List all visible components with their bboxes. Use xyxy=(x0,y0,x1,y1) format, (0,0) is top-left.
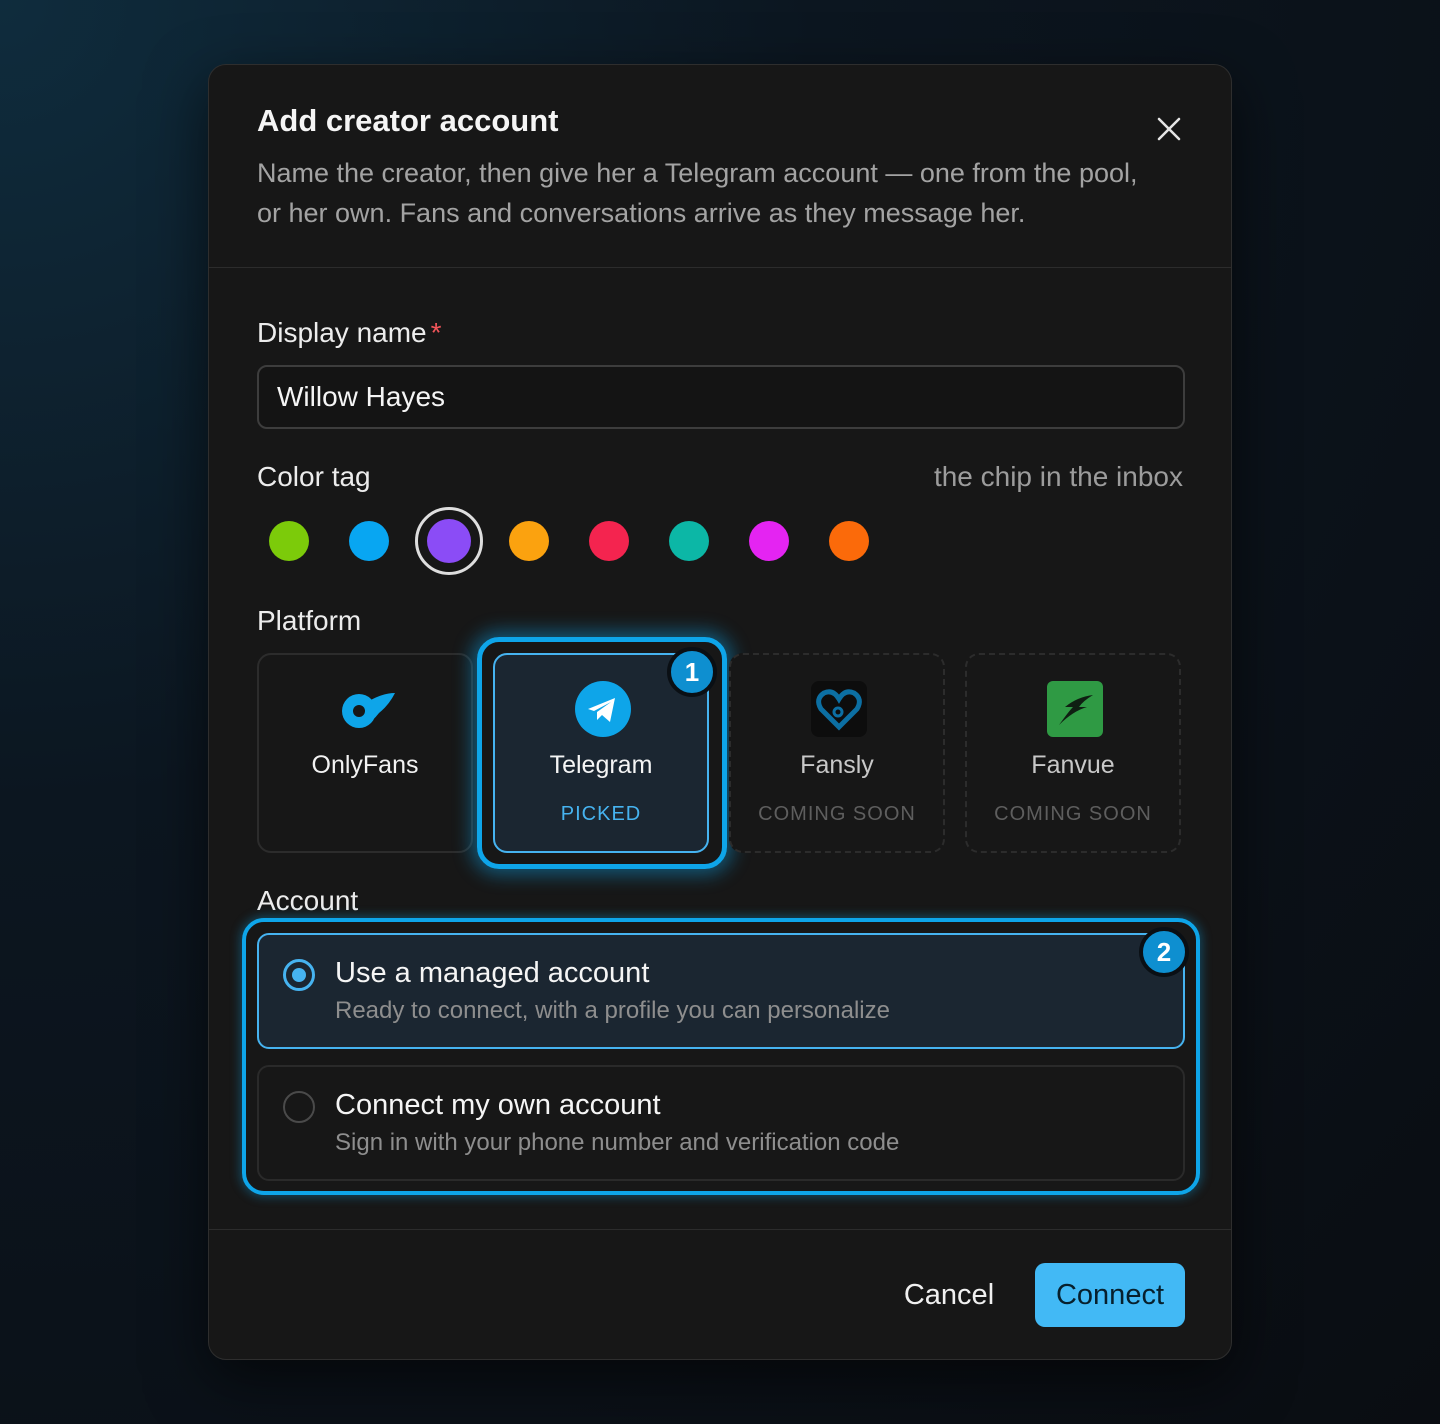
color-swatch-red[interactable] xyxy=(589,521,629,561)
cancel-button[interactable]: Cancel xyxy=(893,1263,1005,1327)
platform-status: COMING SOON xyxy=(994,803,1152,825)
fansly-icon xyxy=(811,681,867,737)
close-icon[interactable] xyxy=(1153,113,1185,145)
radio-selected[interactable] xyxy=(283,959,315,991)
onlyfans-icon xyxy=(339,681,395,737)
platform-name: Fanvue xyxy=(1031,751,1115,779)
fanvue-icon xyxy=(1047,681,1103,737)
color-tag-label: Color tag xyxy=(257,461,371,492)
telegram-icon xyxy=(575,681,631,737)
platform-card-fanvue[interactable]: Fanvue COMING SOON xyxy=(965,653,1181,853)
display-name-input[interactable]: Willow Hayes xyxy=(257,365,1185,429)
platform-card-onlyfans[interactable]: OnlyFans xyxy=(257,653,473,853)
color-swatch-blue[interactable] xyxy=(349,521,389,561)
platform-status-picked: PICKED xyxy=(560,803,642,825)
color-swatch-purple-fill xyxy=(427,519,471,563)
step-badge-2: 2 xyxy=(1139,927,1189,977)
footer-divider xyxy=(209,1229,1231,1230)
radio-unselected[interactable] xyxy=(283,1091,315,1123)
color-swatch-magenta[interactable] xyxy=(749,521,789,561)
platform-name: Telegram xyxy=(549,751,653,779)
color-tag-hint: the chip in the inbox xyxy=(933,461,1183,492)
dialog-title: Add creator account xyxy=(257,103,559,138)
account-option-title: Use a managed account xyxy=(335,957,650,989)
add-creator-dialog: Add creator account Name the creator, th… xyxy=(208,64,1232,1360)
platform-name: OnlyFans xyxy=(311,751,419,779)
account-option-desc: Ready to connect, with a profile you can… xyxy=(335,997,890,1024)
account-option-managed[interactable]: Use a managed account Ready to connect, … xyxy=(257,933,1185,1049)
platform-status: COMING SOON xyxy=(758,803,916,825)
connect-button[interactable]: Connect xyxy=(1035,1263,1185,1327)
color-swatch-green[interactable] xyxy=(269,521,309,561)
color-swatch-orange[interactable] xyxy=(829,521,869,561)
display-name-value: Willow Hayes xyxy=(277,381,446,412)
color-swatch-purple-selected[interactable] xyxy=(415,507,483,575)
platform-card-fansly[interactable]: Fansly COMING SOON xyxy=(729,653,945,853)
color-swatch-amber[interactable] xyxy=(509,521,549,561)
color-swatch-teal[interactable] xyxy=(669,521,709,561)
step-badge-1: 1 xyxy=(667,647,717,697)
platform-name: Fansly xyxy=(800,751,874,779)
dialog-subtitle: Name the creator, then give her a Telegr… xyxy=(257,158,1138,228)
required-mark: * xyxy=(430,317,442,348)
account-label: Account xyxy=(257,885,359,916)
account-option-title: Connect my own account xyxy=(335,1089,661,1121)
display-name-label: Display name * xyxy=(257,317,442,348)
account-option-own[interactable]: Connect my own account Sign in with your… xyxy=(257,1065,1185,1181)
account-option-desc: Sign in with your phone number and verif… xyxy=(335,1129,900,1156)
platform-label: Platform xyxy=(257,605,362,636)
dialog-header: Add creator account Name the creator, th… xyxy=(209,65,1231,268)
